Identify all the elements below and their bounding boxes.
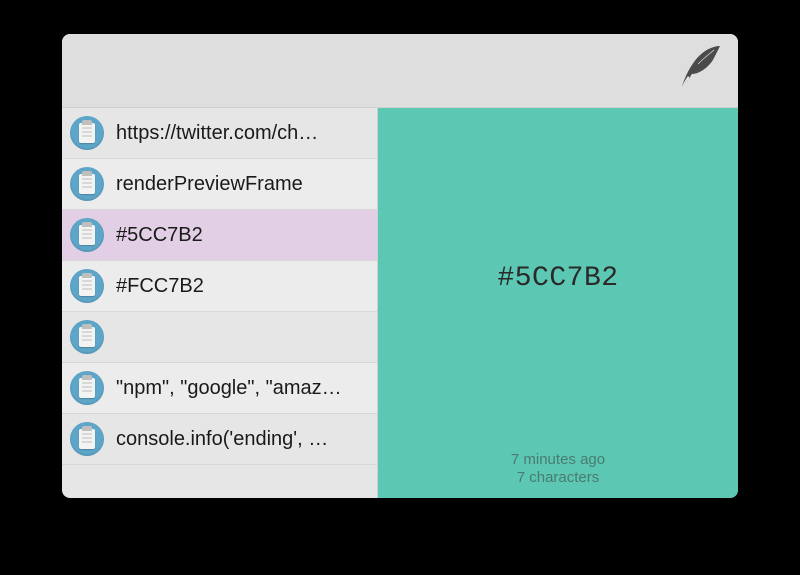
preview-meta-time: 7 minutes ago <box>378 451 738 470</box>
list-item[interactable]: renderPreviewFrame <box>62 159 377 210</box>
clipboard-icon <box>70 371 104 405</box>
clipboard-icon <box>70 218 104 252</box>
list-item-label: https://twitter.com/ch… <box>116 122 365 145</box>
search-input[interactable] <box>80 51 720 91</box>
clipboard-icon <box>70 320 104 354</box>
list-item[interactable]: console.info('ending', … <box>62 414 377 465</box>
clipboard-icon <box>70 116 104 150</box>
list-item-label: renderPreviewFrame <box>116 173 365 196</box>
clipboard-manager-window: https://twitter.com/ch… renderPreviewFra… <box>62 34 738 498</box>
preview-content: #5CC7B2 <box>497 263 618 294</box>
clipboard-icon <box>70 269 104 303</box>
list-item-label: #5CC7B2 <box>116 224 365 247</box>
list-item[interactable]: "npm", "google", "amaz… <box>62 363 377 414</box>
list-item[interactable]: https://twitter.com/ch… <box>62 108 377 159</box>
list-item[interactable]: #5CC7B2 <box>62 210 377 261</box>
content-area: https://twitter.com/ch… renderPreviewFra… <box>62 108 738 498</box>
search-bar <box>62 34 738 108</box>
list-item-label: console.info('ending', … <box>116 428 365 451</box>
preview-panel: #5CC7B2 7 minutes ago 7 characters <box>378 108 738 498</box>
list-item-label: "npm", "google", "amaz… <box>116 377 365 400</box>
preview-meta-chars: 7 characters <box>378 469 738 488</box>
clipboard-icon <box>70 422 104 456</box>
list-item[interactable]: #FCC7B2 <box>62 261 377 312</box>
quill-icon <box>676 42 724 90</box>
clipboard-icon <box>70 167 104 201</box>
list-item[interactable] <box>62 312 377 363</box>
list-item-label: #FCC7B2 <box>116 275 365 298</box>
preview-meta: 7 minutes ago 7 characters <box>378 451 738 489</box>
clipboard-list: https://twitter.com/ch… renderPreviewFra… <box>62 108 378 498</box>
